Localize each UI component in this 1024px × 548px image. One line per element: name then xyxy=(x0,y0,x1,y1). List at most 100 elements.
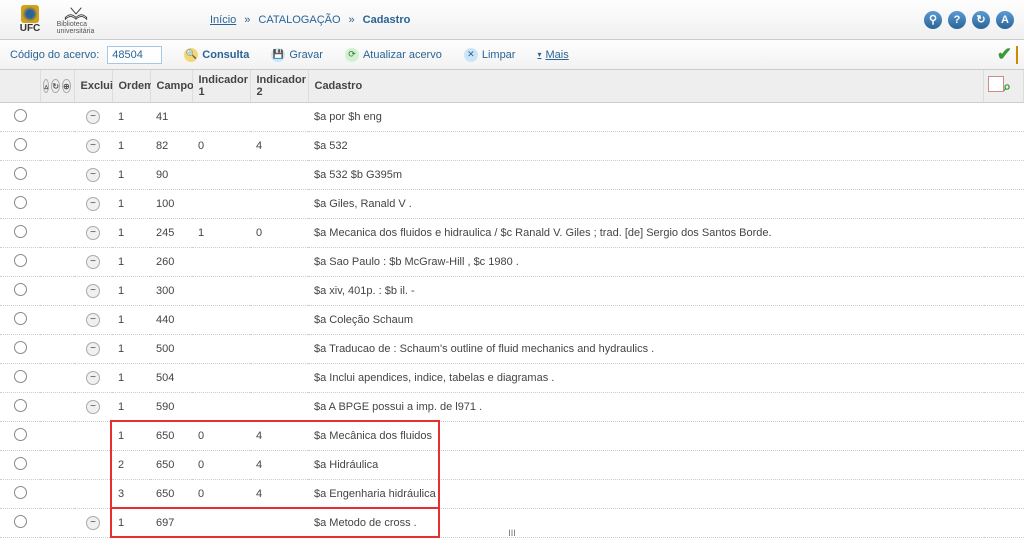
ufc-logo: UFC xyxy=(10,5,50,35)
cell-ind2: 4 xyxy=(250,132,308,161)
cell-ordem: 1 xyxy=(112,248,150,277)
expand-all-icon[interactable]: ▵ xyxy=(43,79,49,93)
remove-row-icon[interactable]: − xyxy=(86,139,100,153)
cell-ordem: 1 xyxy=(112,132,150,161)
table-row[interactable]: −1260$a Sao Paulo : $b McGraw-Hill , $c … xyxy=(0,248,1024,277)
refresh-icon[interactable]: ↻ xyxy=(972,11,990,29)
cell-cadastro: $a por $h eng xyxy=(308,103,1024,132)
cell-ind1 xyxy=(192,103,250,132)
table-row[interactable]: −1590$a A BPGE possui a imp. de l971 . xyxy=(0,393,1024,422)
table-row[interactable]: −1500$a Traducao de : Schaum's outline o… xyxy=(0,335,1024,364)
table-row[interactable]: 265004$a Hidráulica xyxy=(0,451,1024,480)
cell-ind2 xyxy=(250,277,308,306)
remove-row-icon[interactable]: − xyxy=(86,255,100,269)
cell-ind2 xyxy=(250,103,308,132)
header-cadastro[interactable]: Cadastro xyxy=(308,70,984,103)
atualizar-label: Atualizar acervo xyxy=(363,49,442,61)
collapse-all-icon[interactable]: ↻ xyxy=(51,79,60,93)
ufc-text: UFC xyxy=(20,23,41,34)
remove-row-icon[interactable]: − xyxy=(86,284,100,298)
row-radio[interactable] xyxy=(14,457,27,470)
header-row: ▵ ↻ ⊕ Excluir Ordem Campo Indicador 1 In… xyxy=(0,70,1024,103)
row-radio[interactable] xyxy=(14,370,27,383)
codigo-input[interactable] xyxy=(107,46,162,64)
cell-ind1 xyxy=(192,364,250,393)
row-radio[interactable] xyxy=(14,109,27,122)
letter-a-icon[interactable]: A xyxy=(996,11,1014,29)
table-row[interactable]: 365004$a Engenharia hidráulica xyxy=(0,480,1024,509)
cell-ind1 xyxy=(192,248,250,277)
table-row[interactable]: −1100$a Giles, Ranald V . xyxy=(0,190,1024,219)
header-excluir[interactable]: Excluir xyxy=(74,70,112,103)
header-actions: ⌕ xyxy=(984,70,1024,103)
magnify-icon[interactable]: ⌕ xyxy=(1003,78,1011,95)
cell-ind1 xyxy=(192,306,250,335)
table-row[interactable]: −141$a por $h eng xyxy=(0,103,1024,132)
cell-ind1: 1 xyxy=(192,219,250,248)
help-icon[interactable]: ? xyxy=(948,11,966,29)
row-radio[interactable] xyxy=(14,225,27,238)
table-row[interactable]: −124510$a Mecanica dos fluidos e hidraul… xyxy=(0,219,1024,248)
check-icon[interactable]: ✔ xyxy=(997,44,1012,65)
atualizar-button[interactable]: ⟳ Atualizar acervo xyxy=(345,48,442,62)
breadcrumb-catalogacao: CATALOGAÇÃO xyxy=(258,14,340,26)
globe-icon[interactable]: ⚲ xyxy=(924,11,942,29)
consulta-button[interactable]: 🔍 Consulta xyxy=(184,48,249,62)
row-radio[interactable] xyxy=(14,196,27,209)
remove-row-icon[interactable]: − xyxy=(86,197,100,211)
row-radio[interactable] xyxy=(14,283,27,296)
table-row[interactable]: 165004$a Mecânica dos fluidos xyxy=(0,422,1024,451)
row-radio[interactable] xyxy=(14,312,27,325)
cell-ind2 xyxy=(250,306,308,335)
cell-campo: 697 xyxy=(150,509,192,538)
row-radio[interactable] xyxy=(14,486,27,499)
header-actions: ⚲ ? ↻ A xyxy=(924,11,1014,29)
remove-row-icon[interactable]: − xyxy=(86,313,100,327)
table-row[interactable]: −1504$a Inclui apendices, indice, tabela… xyxy=(0,364,1024,393)
row-radio[interactable] xyxy=(14,428,27,441)
remove-row-icon[interactable]: − xyxy=(86,342,100,356)
tree-icon[interactable]: ⊕ xyxy=(62,79,71,93)
refresh-icon: ⟳ xyxy=(345,48,359,62)
cell-campo: 90 xyxy=(150,161,192,190)
row-radio[interactable] xyxy=(14,341,27,354)
cell-ind1 xyxy=(192,509,250,538)
header-ordem[interactable]: Ordem xyxy=(112,70,150,103)
row-radio[interactable] xyxy=(14,399,27,412)
header-campo[interactable]: Campo xyxy=(150,70,192,103)
limpar-button[interactable]: ✕ Limpar xyxy=(464,48,516,62)
save-icon: 💾 xyxy=(271,48,285,62)
cell-cadastro: $a A BPGE possui a imp. de l971 . xyxy=(308,393,1024,422)
header-ind1[interactable]: Indicador 1 xyxy=(192,70,250,103)
breadcrumb: Início » CATALOGAÇÃO » Cadastro xyxy=(210,14,924,26)
cell-cadastro: $a Traducao de : Schaum's outline of flu… xyxy=(308,335,1024,364)
gravar-button[interactable]: 💾 Gravar xyxy=(271,48,323,62)
table-row[interactable]: −1440$a Coleção Schaum xyxy=(0,306,1024,335)
remove-row-icon[interactable]: − xyxy=(86,516,100,530)
remove-row-icon[interactable]: − xyxy=(86,400,100,414)
remove-row-icon[interactable]: − xyxy=(86,110,100,124)
table-row[interactable]: −1300$a xiv, 401p. : $b il. - xyxy=(0,277,1024,306)
row-radio[interactable] xyxy=(14,254,27,267)
row-radio[interactable] xyxy=(14,138,27,151)
cell-ordem: 1 xyxy=(112,509,150,538)
header-ind2[interactable]: Indicador 2 xyxy=(250,70,308,103)
cell-ind2 xyxy=(250,364,308,393)
table-row[interactable]: −18204$a 532 xyxy=(0,132,1024,161)
cell-campo: 260 xyxy=(150,248,192,277)
row-radio[interactable] xyxy=(14,515,27,528)
remove-row-icon[interactable]: − xyxy=(86,371,100,385)
cell-ordem: 2 xyxy=(112,451,150,480)
remove-row-icon[interactable]: − xyxy=(86,226,100,240)
cell-ind1 xyxy=(192,277,250,306)
remove-row-icon[interactable]: − xyxy=(86,168,100,182)
row-radio[interactable] xyxy=(14,167,27,180)
copy-icon[interactable] xyxy=(990,78,999,92)
mais-button[interactable]: ▾ Mais xyxy=(537,49,568,61)
codigo-label: Código do acervo: xyxy=(10,49,99,61)
table-row[interactable]: −190$a 532 $b G395m xyxy=(0,161,1024,190)
breadcrumb-sep: » xyxy=(349,14,355,26)
cell-ind2 xyxy=(250,161,308,190)
breadcrumb-inicio[interactable]: Início xyxy=(210,14,236,26)
cell-ind1 xyxy=(192,335,250,364)
